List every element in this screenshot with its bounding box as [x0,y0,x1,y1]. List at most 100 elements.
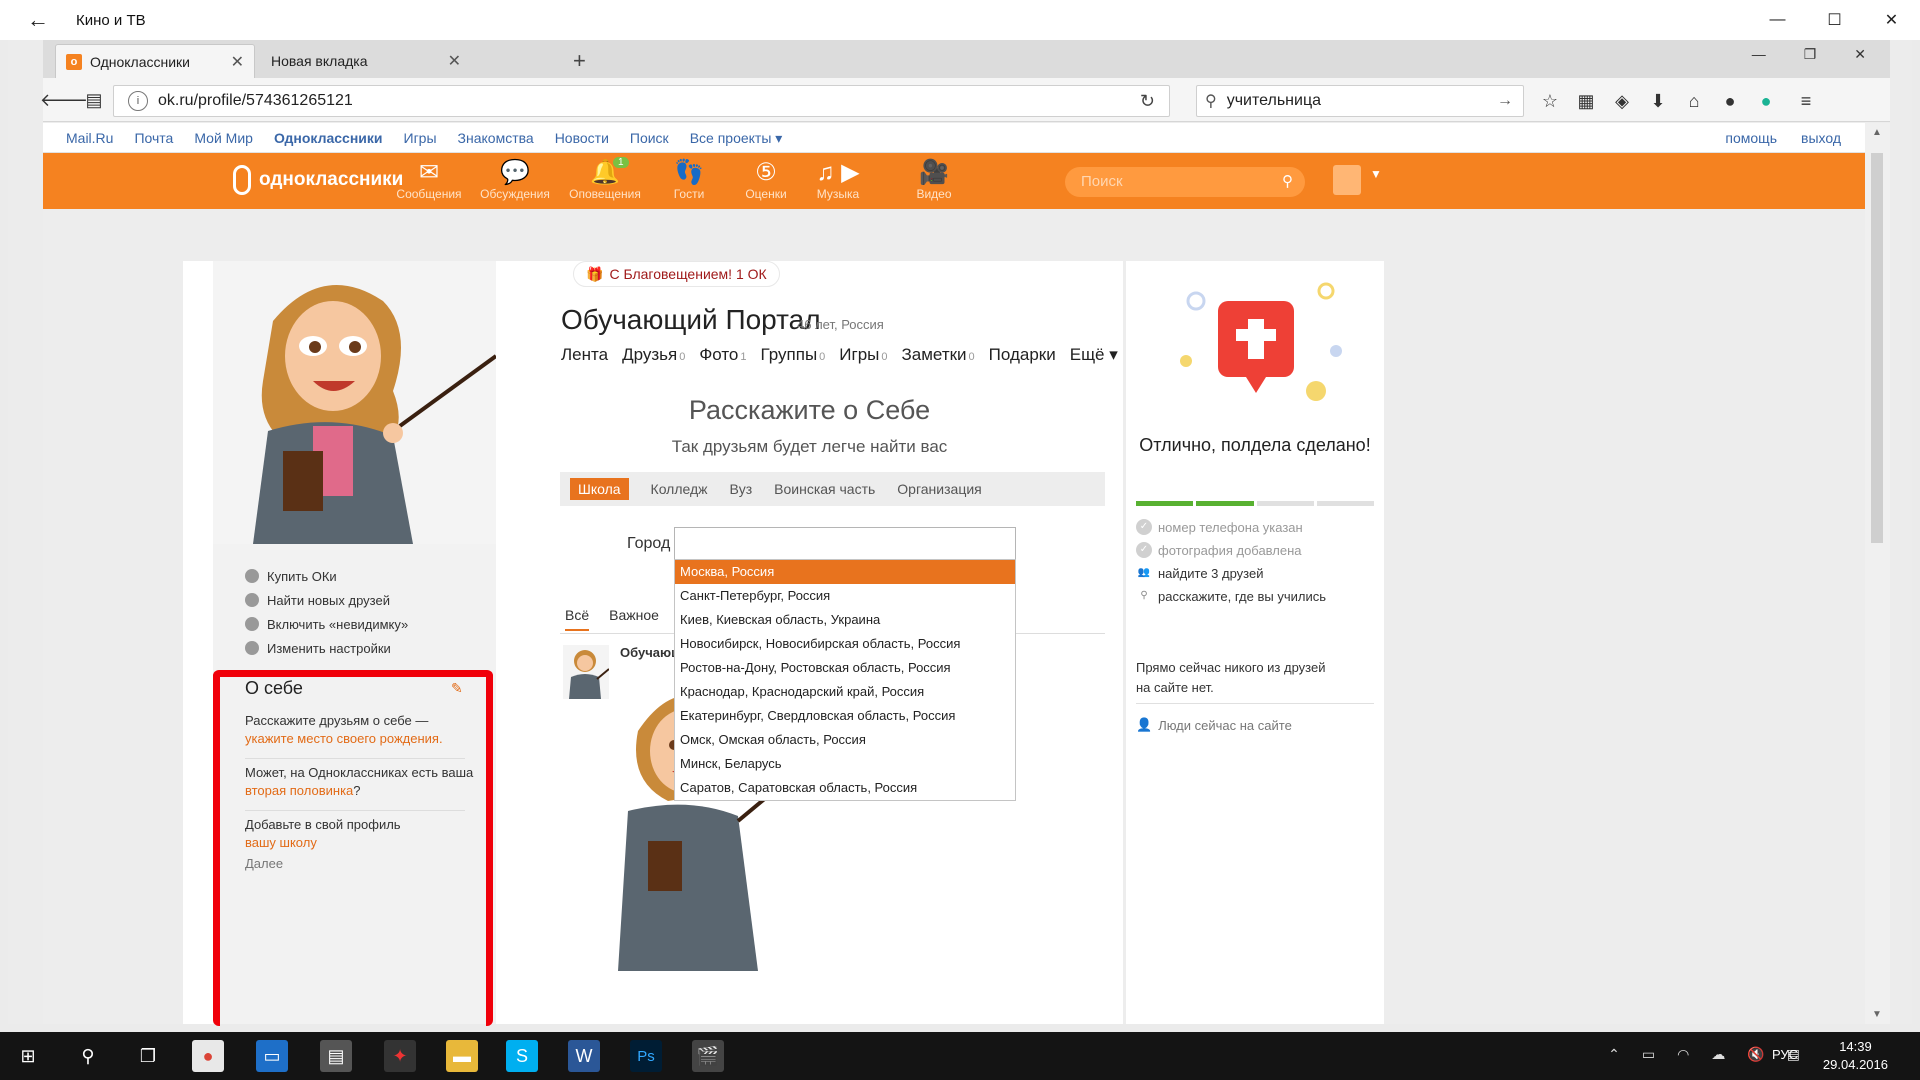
mailbar-link-znakomstva[interactable]: Знакомства [458,130,534,147]
city-option[interactable]: Саратов, Саратовская область, Россия [675,776,1015,800]
search-icon[interactable]: ⚲ [72,1040,104,1072]
city-option[interactable]: Екатеринбург, Свердловская область, Росс… [675,704,1015,728]
browser-close-icon[interactable]: ✕ [1854,46,1866,63]
mailbar-link-novosti[interactable]: Новости [555,130,609,147]
settings-link[interactable]: Изменить настройки [245,636,496,660]
checklist-item-friends[interactable]: 👥 найдите 3 друзей [1136,565,1264,581]
city-option[interactable]: Ростов-на-Дону, Ростовская область, Росс… [675,656,1015,680]
back-arrow-icon[interactable]: ← [0,7,76,33]
tab-friends[interactable]: Друзья 0 [622,345,685,365]
city-input[interactable] [674,527,1016,561]
nav-ratings[interactable]: ⑤ Оценки [726,159,806,201]
city-option[interactable]: Омск, Омская область, Россия [675,728,1015,752]
tab-university[interactable]: Вуз [730,481,753,497]
checklist-item-school[interactable]: ⚲ расскажите, где вы учились [1136,588,1326,604]
nav-guests[interactable]: 👣 Гости [649,159,729,201]
city-option[interactable]: Минск, Беларусь [675,752,1015,776]
tab-military[interactable]: Воинская часть [774,481,875,497]
mailbar-link-pochta[interactable]: Почта [134,130,173,147]
tab-gifts[interactable]: Подарки [989,345,1056,365]
wifi-icon[interactable]: ◠ [1677,1046,1689,1063]
tab-new-tab[interactable]: Новая вкладка ✕ [261,44,471,78]
extension-icon[interactable]: ● [1752,87,1780,115]
tab-more[interactable]: Ещё ▾ [1070,345,1118,365]
partner-link[interactable]: вторая половинка [245,783,353,798]
pocket-icon[interactable]: ◈ [1608,87,1636,115]
city-option[interactable]: Киев, Киевская область, Украина [675,608,1015,632]
tab-school[interactable]: Школа [570,478,629,500]
close-button[interactable]: ✕ [1863,0,1920,40]
nav-messages[interactable]: ✉ Сообщения [389,159,469,201]
close-tab-icon[interactable]: ✕ [231,52,244,72]
clock[interactable]: 14:39 29.04.2016 [1823,1038,1888,1074]
more-link[interactable]: Далее [245,856,283,871]
feed-tab-important[interactable]: Важное [609,607,659,631]
buy-oki-link[interactable]: Купить ОКи [245,564,496,588]
menu-hamburger-icon[interactable]: ≡ [1792,87,1820,115]
tab-feed[interactable]: Лента [561,345,608,365]
maximize-button[interactable]: ☐ [1806,0,1863,40]
people-online-link[interactable]: 👤 Люди сейчас на сайте [1136,717,1292,733]
word-icon[interactable]: W [568,1040,600,1072]
browser-restore-icon[interactable]: ❐ [1804,46,1817,63]
home-icon[interactable]: ⌂ [1680,87,1708,115]
feed-tab-all[interactable]: Всё [565,607,590,631]
battery-icon[interactable]: ▭ [1642,1046,1655,1063]
file-explorer-icon[interactable]: ▬ [446,1040,478,1072]
post-author-name[interactable]: Обучающ [620,645,682,660]
volume-muted-icon[interactable]: 🔇 [1747,1046,1764,1063]
nav-music[interactable]: ♫ ▶ Музыка [798,159,878,201]
tray-expand-icon[interactable]: ⌃ [1608,1046,1620,1063]
user-avatar[interactable] [1333,165,1361,195]
page-icon[interactable]: ▤ [79,86,109,114]
mailbar-link-moy-mir[interactable]: Мой Мир [194,130,253,147]
search-bar[interactable]: ⚲ учительница → [1196,85,1524,117]
nav-notifications[interactable]: 🔔 1 Оповещения [565,157,645,201]
scroll-down-arrow-icon[interactable]: ▼ [1872,1009,1882,1020]
chat-bubble-icon[interactable]: ● [1716,87,1744,115]
city-option[interactable]: Новосибирск, Новосибирская область, Росс… [675,632,1015,656]
ok-logo[interactable]: одноклассники [233,165,403,195]
chevron-down-icon[interactable]: ▼ [1370,167,1382,181]
birthplace-link[interactable]: укажите место своего рождения. [245,731,443,746]
photoshop-icon[interactable]: Ps [630,1040,662,1072]
skype-icon[interactable]: S [506,1040,538,1072]
profile-avatar[interactable] [213,261,496,544]
sync-icon[interactable]: ☁ [1711,1046,1725,1063]
tab-notes[interactable]: Заметки 0 [902,345,975,365]
bookmark-star-icon[interactable]: ☆ [1536,87,1564,115]
tab-games[interactable]: Игры 0 [839,345,887,365]
tab-organization[interactable]: Организация [897,481,981,497]
ducky-app-icon[interactable]: ✦ [384,1040,416,1072]
nav-video[interactable]: 🎥 Видео [894,159,974,201]
ok-search-input[interactable]: Поиск ⚲ [1065,167,1305,197]
school-link[interactable]: вашу школу [245,834,475,852]
holiday-greeting[interactable]: 🎁 С Благовещением! 1 ОК [573,261,780,287]
search-go-arrow-icon[interactable]: → [1497,92,1513,110]
help-link[interactable]: помощь [1725,130,1777,146]
browser-minimize-icon[interactable]: — [1752,46,1766,63]
city-option[interactable]: Краснодар, Краснодарский край, Россия [675,680,1015,704]
logout-link[interactable]: выход [1801,130,1841,146]
tab-groups[interactable]: Группы 0 [761,345,826,365]
language-indicator[interactable]: РУС [1772,1047,1798,1062]
reading-list-icon[interactable]: ▦ [1572,87,1600,115]
mailbar-link-mailru[interactable]: Mail.Ru [66,130,113,147]
monitor-app-icon[interactable]: ▭ [256,1040,288,1072]
pencil-icon[interactable]: ✎ [451,680,463,697]
minimize-button[interactable]: — [1749,0,1806,40]
city-option[interactable]: Москва, Россия [675,560,1015,584]
invisible-mode-link[interactable]: Включить «невидимку» [245,612,496,636]
new-tab-plus-icon[interactable]: + [573,48,586,74]
search-icon[interactable]: ⚲ [1282,167,1293,197]
close-tab-icon[interactable]: ✕ [448,51,461,71]
task-view-icon[interactable]: ❐ [132,1040,164,1072]
download-icon[interactable]: ⬇ [1644,87,1672,115]
scroll-up-arrow-icon[interactable]: ▲ [1872,127,1882,138]
tab-college[interactable]: Колледж [651,481,708,497]
chrome-icon[interactable]: ● [192,1040,224,1072]
site-info-icon[interactable]: i [128,91,148,111]
scrollbar-thumb[interactable] [1871,153,1883,543]
reload-icon[interactable]: ↻ [1140,91,1155,112]
page-scrollbar[interactable]: ▲ ▼ [1865,123,1890,1024]
